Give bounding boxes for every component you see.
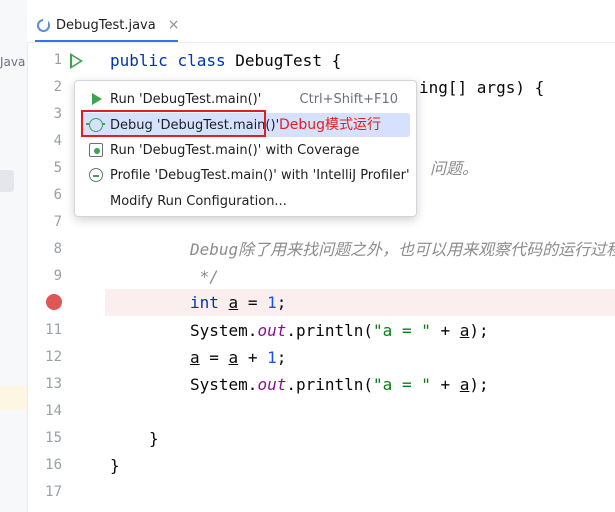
close-icon[interactable]: ×: [168, 17, 180, 33]
line-number: 1: [53, 52, 62, 68]
code-line-13[interactable]: System.out.println("a = " + a);: [190, 371, 489, 398]
code-line-15[interactable]: }: [149, 425, 159, 452]
line-number: 5: [53, 160, 62, 176]
line-number: 2: [53, 79, 62, 95]
menu-item-label: Run 'DebugTest.main()': [110, 91, 262, 107]
code-token: a: [459, 321, 470, 340]
code-token: .println(: [286, 321, 374, 340]
code-line-5[interactable]: 问题。: [430, 155, 478, 182]
code-line-12[interactable]: a = a + 1;: [190, 344, 286, 371]
project-panel-highlight: [0, 386, 27, 410]
code-line-1[interactable]: public class DebugTest {: [110, 47, 341, 74]
code-token: =: [238, 293, 268, 312]
breakpoint-icon[interactable]: [46, 294, 62, 310]
project-panel-selection[interactable]: [0, 170, 14, 192]
line-number: 16: [45, 457, 62, 473]
code-token: =: [199, 348, 229, 367]
line-number: 3: [53, 106, 62, 122]
code-token: class: [177, 51, 226, 70]
code-line-9[interactable]: */: [190, 263, 219, 290]
code-token: "a = ": [373, 375, 431, 394]
tab-title: DebugTest.java: [56, 17, 156, 33]
code-token: 1: [267, 348, 277, 367]
code-token: int: [190, 293, 219, 312]
code-line-10[interactable]: int a = 1;: [190, 289, 286, 316]
code-token: +: [238, 348, 268, 367]
line-number: 9: [53, 268, 62, 284]
line-number: 8: [53, 241, 62, 257]
line-number: 11: [45, 322, 62, 338]
code-token: 1: [267, 293, 277, 312]
code-line-11[interactable]: System.out.println("a = " + a);: [190, 317, 489, 344]
code-token: "a = ": [373, 321, 431, 340]
code-token: a: [228, 293, 239, 312]
menu-item-profile[interactable]: Profile 'DebugTest.main()' with 'Intelli…: [81, 163, 410, 187]
line-number: 14: [45, 403, 62, 419]
code-comment: */: [190, 267, 219, 286]
code-token: }: [149, 429, 159, 448]
code-token: ;: [276, 293, 287, 312]
breakpoint-line-highlight: [105, 289, 615, 316]
code-line-2[interactable]: ing[] args) {: [419, 74, 544, 101]
editor-tab-debugtest[interactable]: DebugTest.java ×: [37, 14, 179, 36]
menu-item-modify-config[interactable]: Modify Run Configuration...: [81, 189, 410, 213]
code-token: +: [430, 321, 460, 340]
line-number: 13: [45, 376, 62, 392]
code-token: .println(: [286, 375, 374, 394]
code-token: +: [430, 375, 460, 394]
run-gutter-icon[interactable]: [70, 53, 83, 69]
code-token: a: [190, 348, 200, 367]
code-token: ing[] args) {: [419, 78, 545, 97]
code-line-8[interactable]: Debug除了用来找问题之外，也可以用来观察代码的运行过程: [190, 236, 615, 263]
line-number: 12: [45, 349, 62, 365]
project-panel-label: Java: [0, 55, 26, 69]
code-line-16[interactable]: }: [110, 452, 120, 479]
code-token: System.: [190, 375, 258, 394]
code-comment: 问题。: [430, 159, 479, 178]
active-tab-indicator: [35, 40, 178, 42]
code-token: out: [257, 321, 287, 340]
code-token: System.: [190, 321, 258, 340]
code-token: a: [228, 348, 239, 367]
code-token: }: [110, 456, 120, 475]
code-token: ;: [276, 348, 287, 367]
profiler-icon: [89, 168, 103, 182]
code-token: );: [469, 321, 489, 340]
menu-item-label: Profile 'DebugTest.main()' with 'Intelli…: [110, 167, 410, 183]
annotation-highlight-box: [81, 110, 266, 137]
line-number: 4: [53, 133, 62, 149]
menu-item-label: Run 'DebugTest.main()' with Coverage: [110, 142, 360, 158]
code-token: public: [110, 51, 168, 70]
line-number: 17: [45, 484, 62, 500]
code-token: out: [257, 375, 287, 394]
menu-item-shortcut: Ctrl+Shift+F10: [299, 91, 398, 107]
code-comment: Debug除了用来找问题之外，也可以用来观察代码的运行过程: [190, 240, 615, 259]
line-number: 7: [53, 214, 62, 230]
menu-item-label: Modify Run Configuration...: [110, 193, 287, 209]
annotation-text: Debug模式运行: [279, 117, 382, 133]
code-token: a: [459, 375, 470, 394]
coverage-icon: [89, 143, 103, 157]
menu-item-run[interactable]: Run 'DebugTest.main()' Ctrl+Shift+F10: [81, 87, 410, 111]
run-context-popup: Run 'DebugTest.main()' Ctrl+Shift+F10 De…: [74, 80, 417, 217]
code-token: );: [469, 375, 489, 394]
line-number: 6: [53, 187, 62, 203]
java-class-icon: [37, 18, 50, 32]
project-panel-strip: Java: [0, 0, 28, 512]
menu-item-coverage[interactable]: Run 'DebugTest.main()' with Coverage: [81, 138, 410, 162]
code-token: DebugTest {: [235, 51, 342, 70]
run-icon: [92, 93, 102, 105]
line-number: 15: [45, 430, 62, 446]
